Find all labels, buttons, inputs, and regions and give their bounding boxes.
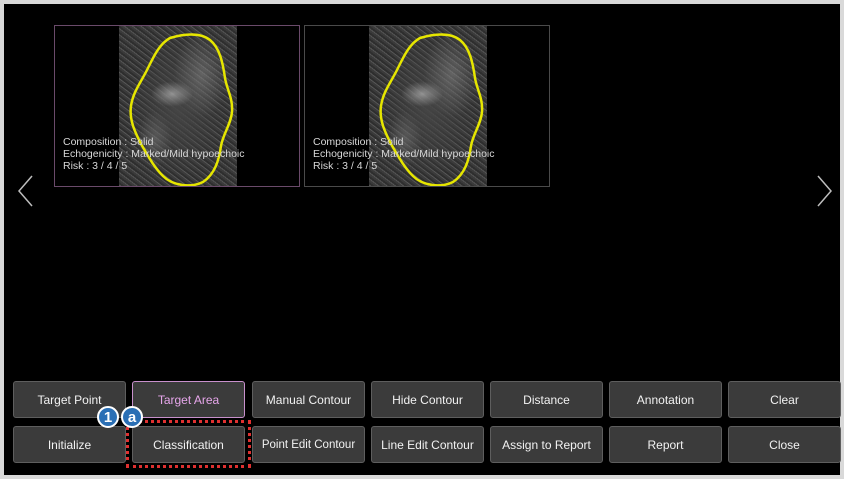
close-button[interactable]: Close	[728, 426, 841, 463]
echogenicity-text: Echogenicity : Marked/Mild hypoechoic	[313, 148, 495, 160]
risk-text: Risk : 3 / 4 / 5	[63, 160, 128, 172]
risk-text: Risk : 3 / 4 / 5	[313, 160, 378, 172]
chevron-left-icon[interactable]	[16, 174, 34, 208]
manual-contour-button[interactable]: Manual Contour	[252, 381, 365, 418]
annotation-button[interactable]: Annotation	[609, 381, 722, 418]
initialize-button[interactable]: Initialize	[13, 426, 126, 463]
image-info: Composition : Solid Echogenicity : Marke…	[313, 136, 495, 172]
target-area-button[interactable]: Target Area	[132, 381, 245, 418]
image-thumbnail-2[interactable]: Composition : Solid Echogenicity : Marke…	[304, 25, 550, 187]
point-edit-contour-button[interactable]: Point Edit Contour	[252, 426, 365, 463]
echogenicity-text: Echogenicity : Marked/Mild hypoechoic	[63, 148, 245, 160]
composition-text: Composition : Solid	[63, 136, 154, 148]
substep-badge: a	[121, 406, 143, 428]
assign-to-report-button[interactable]: Assign to Report	[490, 426, 603, 463]
image-thumbnail-1[interactable]: Composition : Solid Echogenicity : Marke…	[54, 25, 300, 187]
clear-button[interactable]: Clear	[728, 381, 841, 418]
image-info: Composition : Solid Echogenicity : Marke…	[63, 136, 245, 172]
chevron-right-icon[interactable]	[816, 174, 834, 208]
composition-text: Composition : Solid	[313, 136, 404, 148]
step-badge: 1	[97, 406, 119, 428]
hide-contour-button[interactable]: Hide Contour	[371, 381, 484, 418]
distance-button[interactable]: Distance	[490, 381, 603, 418]
classification-highlight	[126, 420, 251, 468]
line-edit-contour-button[interactable]: Line Edit Contour	[371, 426, 484, 463]
report-button[interactable]: Report	[609, 426, 722, 463]
